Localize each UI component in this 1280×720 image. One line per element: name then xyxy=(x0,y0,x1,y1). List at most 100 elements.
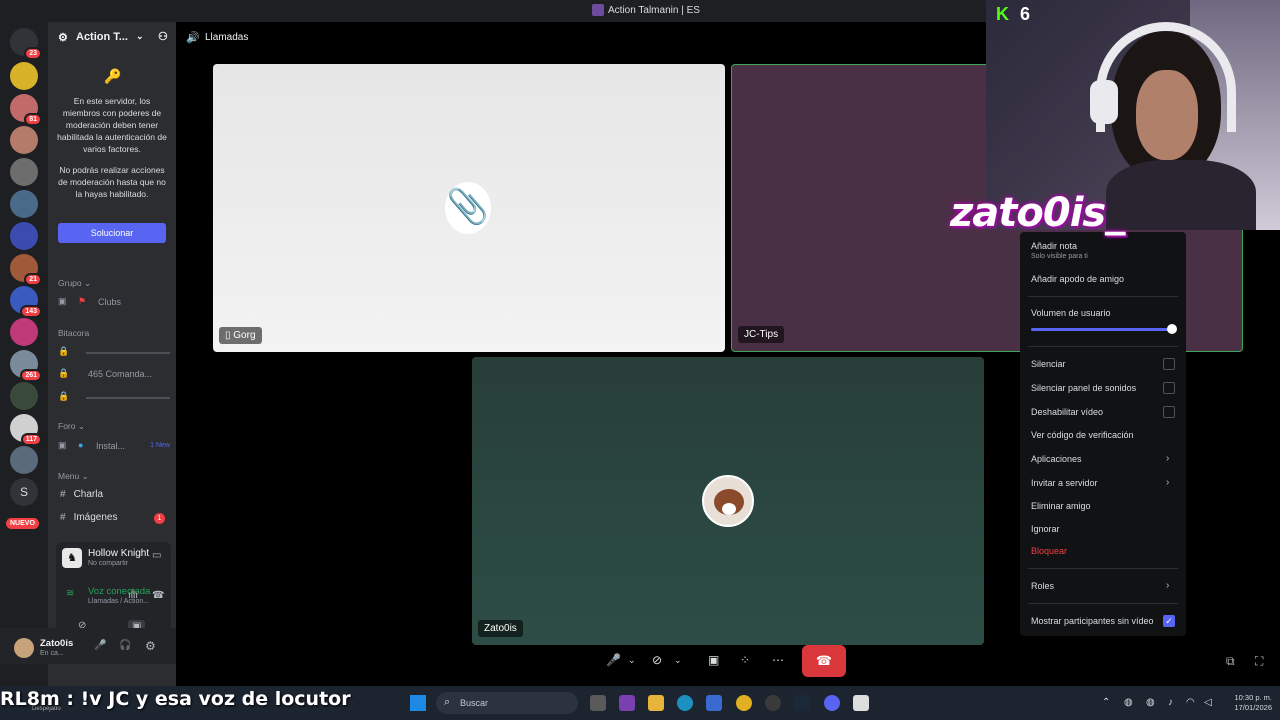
server-icon[interactable] xyxy=(10,446,38,474)
chevron-right-icon: › xyxy=(1166,580,1170,591)
remove-friend-item[interactable]: Eliminar amigo xyxy=(1031,501,1091,511)
server-icon[interactable] xyxy=(10,382,38,410)
category-grupo[interactable]: Grupo ⌄ xyxy=(58,278,91,289)
mute-soundboard-item[interactable]: Silenciar panel de sonidos xyxy=(1031,383,1136,393)
server-icon[interactable]: 261 xyxy=(10,350,42,382)
tray-icon[interactable]: ◍ xyxy=(1124,697,1133,708)
voice-channel-path[interactable]: Llamadas / Action... xyxy=(88,598,149,605)
channel-comanda[interactable]: 🔒 465 Comanda... xyxy=(58,366,170,382)
lock-icon: 🔒 xyxy=(58,368,70,378)
server-icon[interactable] xyxy=(10,62,38,90)
disconnect-icon[interactable]: ☎ xyxy=(152,590,164,601)
category-bitacora[interactable]: Bitacora xyxy=(58,328,89,338)
chevron-up-icon[interactable]: ⌃ xyxy=(1102,697,1110,708)
server-icon[interactable] xyxy=(10,222,38,250)
server-icon[interactable] xyxy=(10,318,38,346)
redacted-channel xyxy=(86,397,170,399)
server-icon[interactable] xyxy=(10,158,38,186)
category-menu[interactable]: Menu ⌄ xyxy=(58,471,89,482)
hollow-knight-taskbar-icon[interactable] xyxy=(853,695,869,711)
direct-messages-icon[interactable]: 23 xyxy=(10,28,42,60)
channel-locked[interactable]: 🔒 xyxy=(58,344,170,360)
channel-sidebar: ⚙ Action T... ⌄ ⚇ 🔑 En este servidor, lo… xyxy=(48,22,188,686)
wifi-icon[interactable]: ◠ xyxy=(1186,697,1195,708)
task-view-icon[interactable] xyxy=(590,695,606,711)
friend-nickname-item[interactable]: Añadir apodo de amigo xyxy=(1031,274,1124,284)
category-foro[interactable]: Foro ⌄ xyxy=(58,421,85,432)
key-icon: 🔑 xyxy=(104,68,122,84)
solve-button[interactable]: Solucionar xyxy=(58,223,166,243)
edge-icon[interactable] xyxy=(677,695,693,711)
roles-item[interactable]: Roles xyxy=(1031,581,1054,591)
show-no-video-checkbox[interactable]: ✓ xyxy=(1163,615,1175,627)
chevron-down-icon[interactable]: ⌄ xyxy=(628,655,636,666)
activities-icon[interactable]: ⁘ xyxy=(740,653,750,667)
invite-server-item[interactable]: Invitar a servidor xyxy=(1031,478,1098,488)
apps-item[interactable]: Aplicaciones xyxy=(1031,454,1082,464)
app-icon[interactable] xyxy=(619,695,635,711)
verify-code-item[interactable]: Ver código de verificación xyxy=(1031,430,1134,440)
streamer-watermark: zato0is_ xyxy=(950,190,1125,236)
microphone-icon[interactable]: 🎤 xyxy=(606,653,621,667)
tray-icon[interactable]: ◍ xyxy=(1146,697,1155,708)
server-icon-s[interactable]: S xyxy=(10,478,38,506)
participant-name: Zato0is xyxy=(478,620,523,637)
clock[interactable]: 10:30 p. m. 17/01/2026 xyxy=(1226,693,1272,713)
file-explorer-icon[interactable] xyxy=(648,695,664,711)
add-note-item[interactable]: Añadir nota xyxy=(1031,241,1077,251)
channel-imagenes[interactable]: # Imágenes xyxy=(60,512,117,523)
camera-off-icon[interactable]: ⊘ xyxy=(652,653,662,667)
steam-icon[interactable] xyxy=(794,695,810,711)
fullscreen-icon[interactable]: ⛶ xyxy=(1255,654,1263,669)
mute-item[interactable]: Silenciar xyxy=(1031,359,1066,369)
speaker-icon: 🔊 xyxy=(186,32,200,44)
show-no-video-item[interactable]: Mostrar participantes sin vídeo xyxy=(1031,616,1154,626)
server-icon[interactable] xyxy=(10,126,38,154)
volume-icon[interactable]: ◁ xyxy=(1204,697,1212,708)
disconnect-call-button[interactable]: ☎ xyxy=(802,645,846,677)
channel-clubs[interactable]: ▣ ⚑ Clubs xyxy=(58,294,170,310)
channel-charla[interactable]: # Charla xyxy=(60,489,103,500)
guild-header[interactable]: ⚙ Action T... ⌄ ⚇ xyxy=(58,30,168,46)
block-item[interactable]: Bloquear xyxy=(1031,546,1067,556)
popout-icon[interactable]: ⧉ xyxy=(1226,654,1235,669)
avatar[interactable] xyxy=(14,638,34,658)
noise-suppression-icon[interactable]: ıllı xyxy=(128,590,138,601)
chrome-icon[interactable] xyxy=(736,695,752,711)
call-controls: 🎤 ⌄ ⊘ ⌄ ▣ ⁘ ⋯ ☎ xyxy=(600,645,850,677)
participant-tile-gorg[interactable]: 📎 ▯ Gorg xyxy=(213,64,725,352)
settings-gear-icon[interactable]: ⚙ xyxy=(145,639,156,653)
mute-soundboard-checkbox[interactable] xyxy=(1163,382,1175,394)
disable-video-checkbox[interactable] xyxy=(1163,406,1175,418)
voice-connected: Voz conectada xyxy=(88,586,151,597)
user-volume-knob[interactable] xyxy=(1167,324,1177,334)
invite-people-icon[interactable]: ⚇ xyxy=(158,30,168,43)
windows-start-icon[interactable] xyxy=(410,695,426,711)
mute-checkbox[interactable] xyxy=(1163,358,1175,370)
headphones-icon[interactable]: 🎧 xyxy=(119,640,131,651)
discord-icon[interactable] xyxy=(824,695,840,711)
server-icon[interactable]: 117 xyxy=(10,414,42,446)
user-volume-slider[interactable] xyxy=(1031,328,1172,331)
mfa-notice: En este servidor, los miembros con poder… xyxy=(57,96,167,154)
server-icon[interactable] xyxy=(10,190,38,218)
server-icon[interactable]: 143 xyxy=(10,286,42,318)
disable-video-item[interactable]: Deshabilitar vídeo xyxy=(1031,407,1103,417)
microphone-icon[interactable]: 🎤 xyxy=(94,640,106,651)
stream-icon[interactable]: ▭ xyxy=(152,550,161,561)
screen-share-icon[interactable]: ▣ xyxy=(708,653,719,667)
ignore-item[interactable]: Ignorar xyxy=(1031,524,1060,534)
server-icon[interactable]: 21 xyxy=(10,254,42,286)
store-icon[interactable] xyxy=(706,695,722,711)
obs-icon[interactable] xyxy=(765,695,781,711)
taskbar-search[interactable]: ⌕ Buscar xyxy=(436,692,578,714)
channel-instal[interactable]: ▣ ● Instal... 1 New xyxy=(58,438,170,454)
lock-icon: 🔒 xyxy=(58,391,70,401)
microphone-icon[interactable]: ♪ xyxy=(1168,697,1173,708)
more-icon[interactable]: ⋯ xyxy=(772,653,784,667)
server-icon[interactable]: 81 xyxy=(10,94,42,126)
participant-tile-zato0is[interactable]: Zato0is xyxy=(472,357,984,645)
user-panel: Zato0is En ca... 🎤 🎧 ⚙ xyxy=(0,628,176,664)
channel-locked[interactable]: 🔒 xyxy=(58,389,170,405)
chevron-down-icon[interactable]: ⌄ xyxy=(674,655,682,666)
